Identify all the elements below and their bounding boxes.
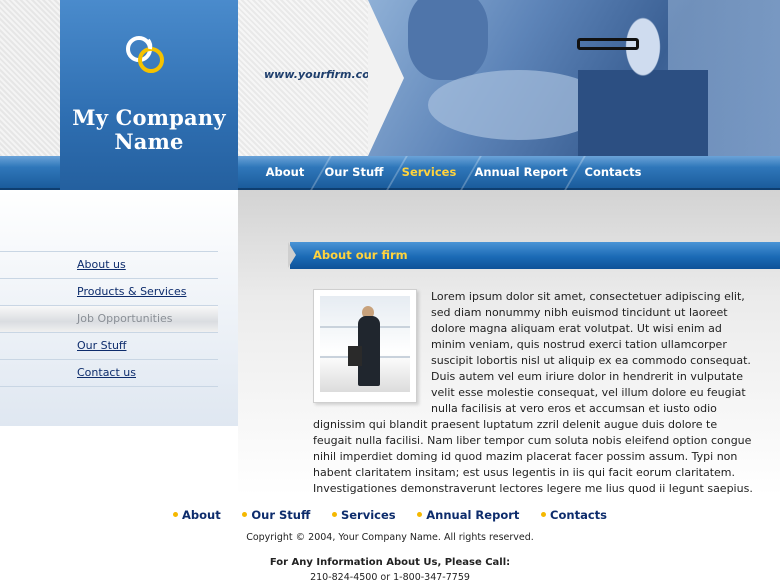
site-url[interactable]: www.yourfirm.com	[264, 68, 381, 81]
footer-link-label: Annual Report	[426, 508, 520, 522]
nav-contacts[interactable]: Contacts	[580, 156, 646, 190]
company-name-line-2: Name	[114, 129, 184, 154]
header-photo	[368, 0, 780, 156]
footer-link-contacts[interactable]: Contacts	[541, 508, 607, 522]
photo-businessman	[578, 0, 708, 156]
about-paragraph: Lorem ipsum dolor sit amet, consectetuer…	[313, 289, 755, 497]
sidebar-item-contact-us[interactable]: Contact us	[0, 359, 218, 386]
footer-link-our-stuff[interactable]: Our Stuff	[242, 508, 310, 522]
photo-notch	[368, 0, 404, 156]
section-title: About our firm	[313, 248, 408, 262]
footer-link-label: Our Stuff	[251, 508, 311, 522]
footer-link-label: Services	[340, 508, 396, 522]
company-name[interactable]: My Company Name	[60, 106, 238, 154]
interlocking-rings-icon[interactable]	[124, 34, 168, 76]
nav-about[interactable]: About	[255, 156, 315, 190]
nav-services[interactable]: Services	[398, 156, 460, 190]
yellow-dot-icon	[242, 512, 248, 517]
logo-panel	[60, 0, 238, 190]
footer-link-annual-report[interactable]: Annual Report	[417, 508, 519, 522]
photo-glasses	[577, 38, 639, 50]
image-spacer	[313, 289, 431, 403]
yellow-dot-icon	[417, 512, 423, 517]
yellow-dot-icon	[173, 512, 178, 517]
sidebar-item-about-us[interactable]: About us	[0, 251, 218, 278]
copyright-text: Copyright © 2004, Your Company Name. All…	[246, 532, 534, 543]
sidebar-item-products-services[interactable]: Products & Services	[0, 278, 218, 305]
call-label: For Any Information About Us, Please Cal…	[269, 557, 511, 568]
company-name-line-1: My Company	[72, 105, 226, 130]
sidebar-menu: About us Products & Services Job Opportu…	[0, 251, 218, 387]
nav-annual-report[interactable]: Annual Report	[474, 156, 568, 190]
footer-link-services[interactable]: Services	[331, 508, 396, 522]
footer-link-label: Contacts	[550, 508, 607, 522]
footer-link-about[interactable]: About	[173, 508, 221, 522]
footer-link-label: About	[182, 508, 221, 522]
phone-numbers: 210-824-4500 or 1-800-347-7759	[310, 572, 470, 583]
title-bar-notch	[288, 242, 296, 268]
yellow-dot-icon	[541, 512, 547, 517]
header-pattern-left	[0, 0, 60, 156]
sidebar-item-job-opportunities[interactable]: Job Opportunities	[0, 305, 218, 332]
sidebar-item-our-stuff[interactable]: Our Stuff	[0, 332, 218, 359]
footer-nav: About Our Stuff Services Annual Report C…	[0, 508, 780, 522]
sidebar-divider	[0, 386, 218, 387]
site-header: www.yourfirm.com About Our Stuff Service…	[0, 0, 780, 192]
photo-figure	[408, 0, 488, 80]
sidebar: About us Products & Services Job Opportu…	[0, 190, 238, 426]
nav-our-stuff[interactable]: Our Stuff	[322, 156, 386, 190]
yellow-dot-icon	[331, 512, 337, 517]
